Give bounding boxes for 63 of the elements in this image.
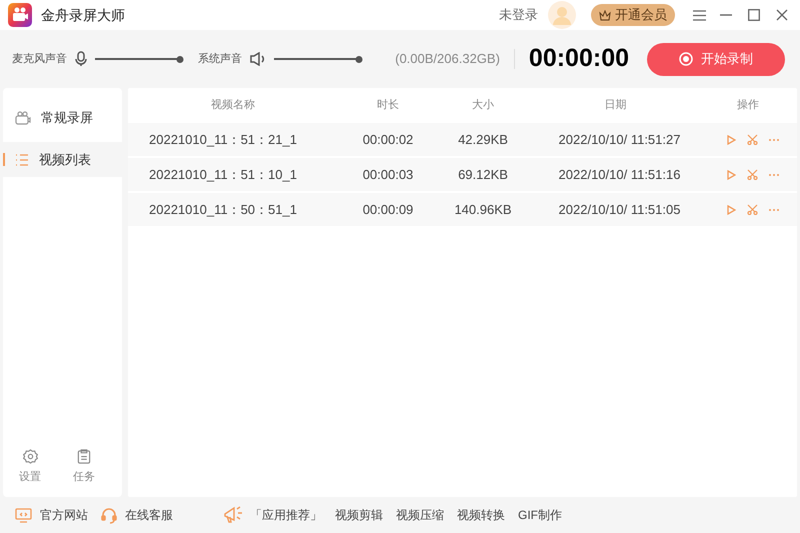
file-size: 140.96KB — [453, 200, 513, 219]
date-time: 2022/10/10/ 11:51:05 — [558, 200, 682, 219]
date-time: 2022/10/10/ 11:51:16 — [558, 166, 682, 184]
maximize-icon[interactable] — [748, 9, 760, 21]
headset-icon — [101, 506, 117, 524]
audio-label: 麦克风声音 — [12, 52, 67, 67]
duration: 00:00:03 — [362, 166, 414, 184]
table-row[interactable]: 20221010_11：51：10_1 00:00:03 69.12KB 2022/10/10/ 11:51:16 — [128, 158, 797, 191]
footer-link[interactable]: 在线客服 — [101, 506, 173, 524]
file-name: 20221010_11：50：51_1 — [148, 200, 298, 219]
footer-link[interactable]: 官方网站 — [15, 506, 88, 524]
promo-label: 「应用推荐」 — [250, 507, 322, 524]
date-time: 2022/10/10/ 11:51:27 — [558, 130, 682, 149]
table-row[interactable]: 20221010_11：51：21_1 00:00:02 42.29KB 2022/10/10/ 11:51:27 — [128, 123, 797, 156]
file-name: 20221010_11：51：10_1 — [148, 166, 298, 184]
list-icon — [15, 154, 29, 166]
recording-timer: 00:00:00 — [528, 43, 629, 74]
tool-link[interactable]: 视频转换 — [457, 506, 505, 524]
clipboard-icon — [77, 448, 91, 464]
sidebar-item[interactable]: 视频列表 — [3, 142, 122, 177]
menu-icon[interactable] — [693, 10, 706, 20]
megaphone-icon — [223, 506, 243, 524]
tool-link[interactable]: GIF制作 — [518, 506, 562, 524]
duration: 00:00:09 — [362, 200, 414, 219]
table-row[interactable]: 20221010_11：50：51_1 00:00:09 140.96KB 2022/10/10/ 11:51:05 — [128, 193, 797, 226]
tool-link[interactable]: 视频剪辑 — [335, 506, 383, 524]
play-icon[interactable] — [727, 134, 736, 144]
column-header: 大小 — [471, 98, 495, 114]
close-icon[interactable] — [776, 9, 788, 21]
column-header: 时长 — [376, 98, 400, 114]
play-icon[interactable] — [727, 170, 736, 180]
camera-icon — [15, 110, 31, 124]
minimize-icon[interactable] — [720, 14, 732, 16]
duration: 00:00:02 — [362, 130, 414, 149]
login-status[interactable]: 未登录 — [499, 5, 538, 25]
audio-label: 系统声音 — [198, 52, 242, 67]
storage-usage: (0.00B/206.32GB) — [395, 50, 500, 68]
column-header: 视频名称 — [210, 98, 256, 114]
speaker-icon — [250, 52, 266, 66]
window-title: 金舟录屏大师 — [41, 6, 125, 24]
avatar-icon[interactable] — [548, 1, 576, 29]
settings-icon — [22, 448, 38, 464]
file-size: 69.12KB — [457, 166, 509, 184]
app-logo-icon — [8, 3, 32, 27]
file-name: 20221010_11：51：21_1 — [148, 130, 298, 149]
scissors-icon[interactable] — [747, 204, 758, 215]
crown-icon — [599, 10, 611, 20]
monitor-icon — [15, 508, 32, 522]
slider-thumb[interactable] — [176, 56, 184, 62]
file-size: 42.29KB — [457, 130, 509, 149]
vip-button[interactable]: 开通会员 — [591, 4, 675, 26]
sidebar-tool[interactable]: 任务 — [57, 448, 111, 485]
scissors-icon[interactable] — [747, 134, 758, 145]
tool-link[interactable]: 视频压缩 — [396, 506, 444, 524]
sidebar-item[interactable]: 常规录屏 — [3, 100, 122, 135]
column-header: 日期 — [604, 98, 628, 114]
sidebar-tool[interactable]: 设置 — [3, 448, 57, 485]
play-icon[interactable] — [727, 204, 736, 214]
record-icon — [679, 52, 693, 66]
column-header: 操作 — [736, 98, 760, 114]
slider-thumb[interactable] — [356, 56, 362, 62]
microphone-icon — [75, 51, 87, 67]
scissors-icon[interactable] — [747, 169, 758, 180]
